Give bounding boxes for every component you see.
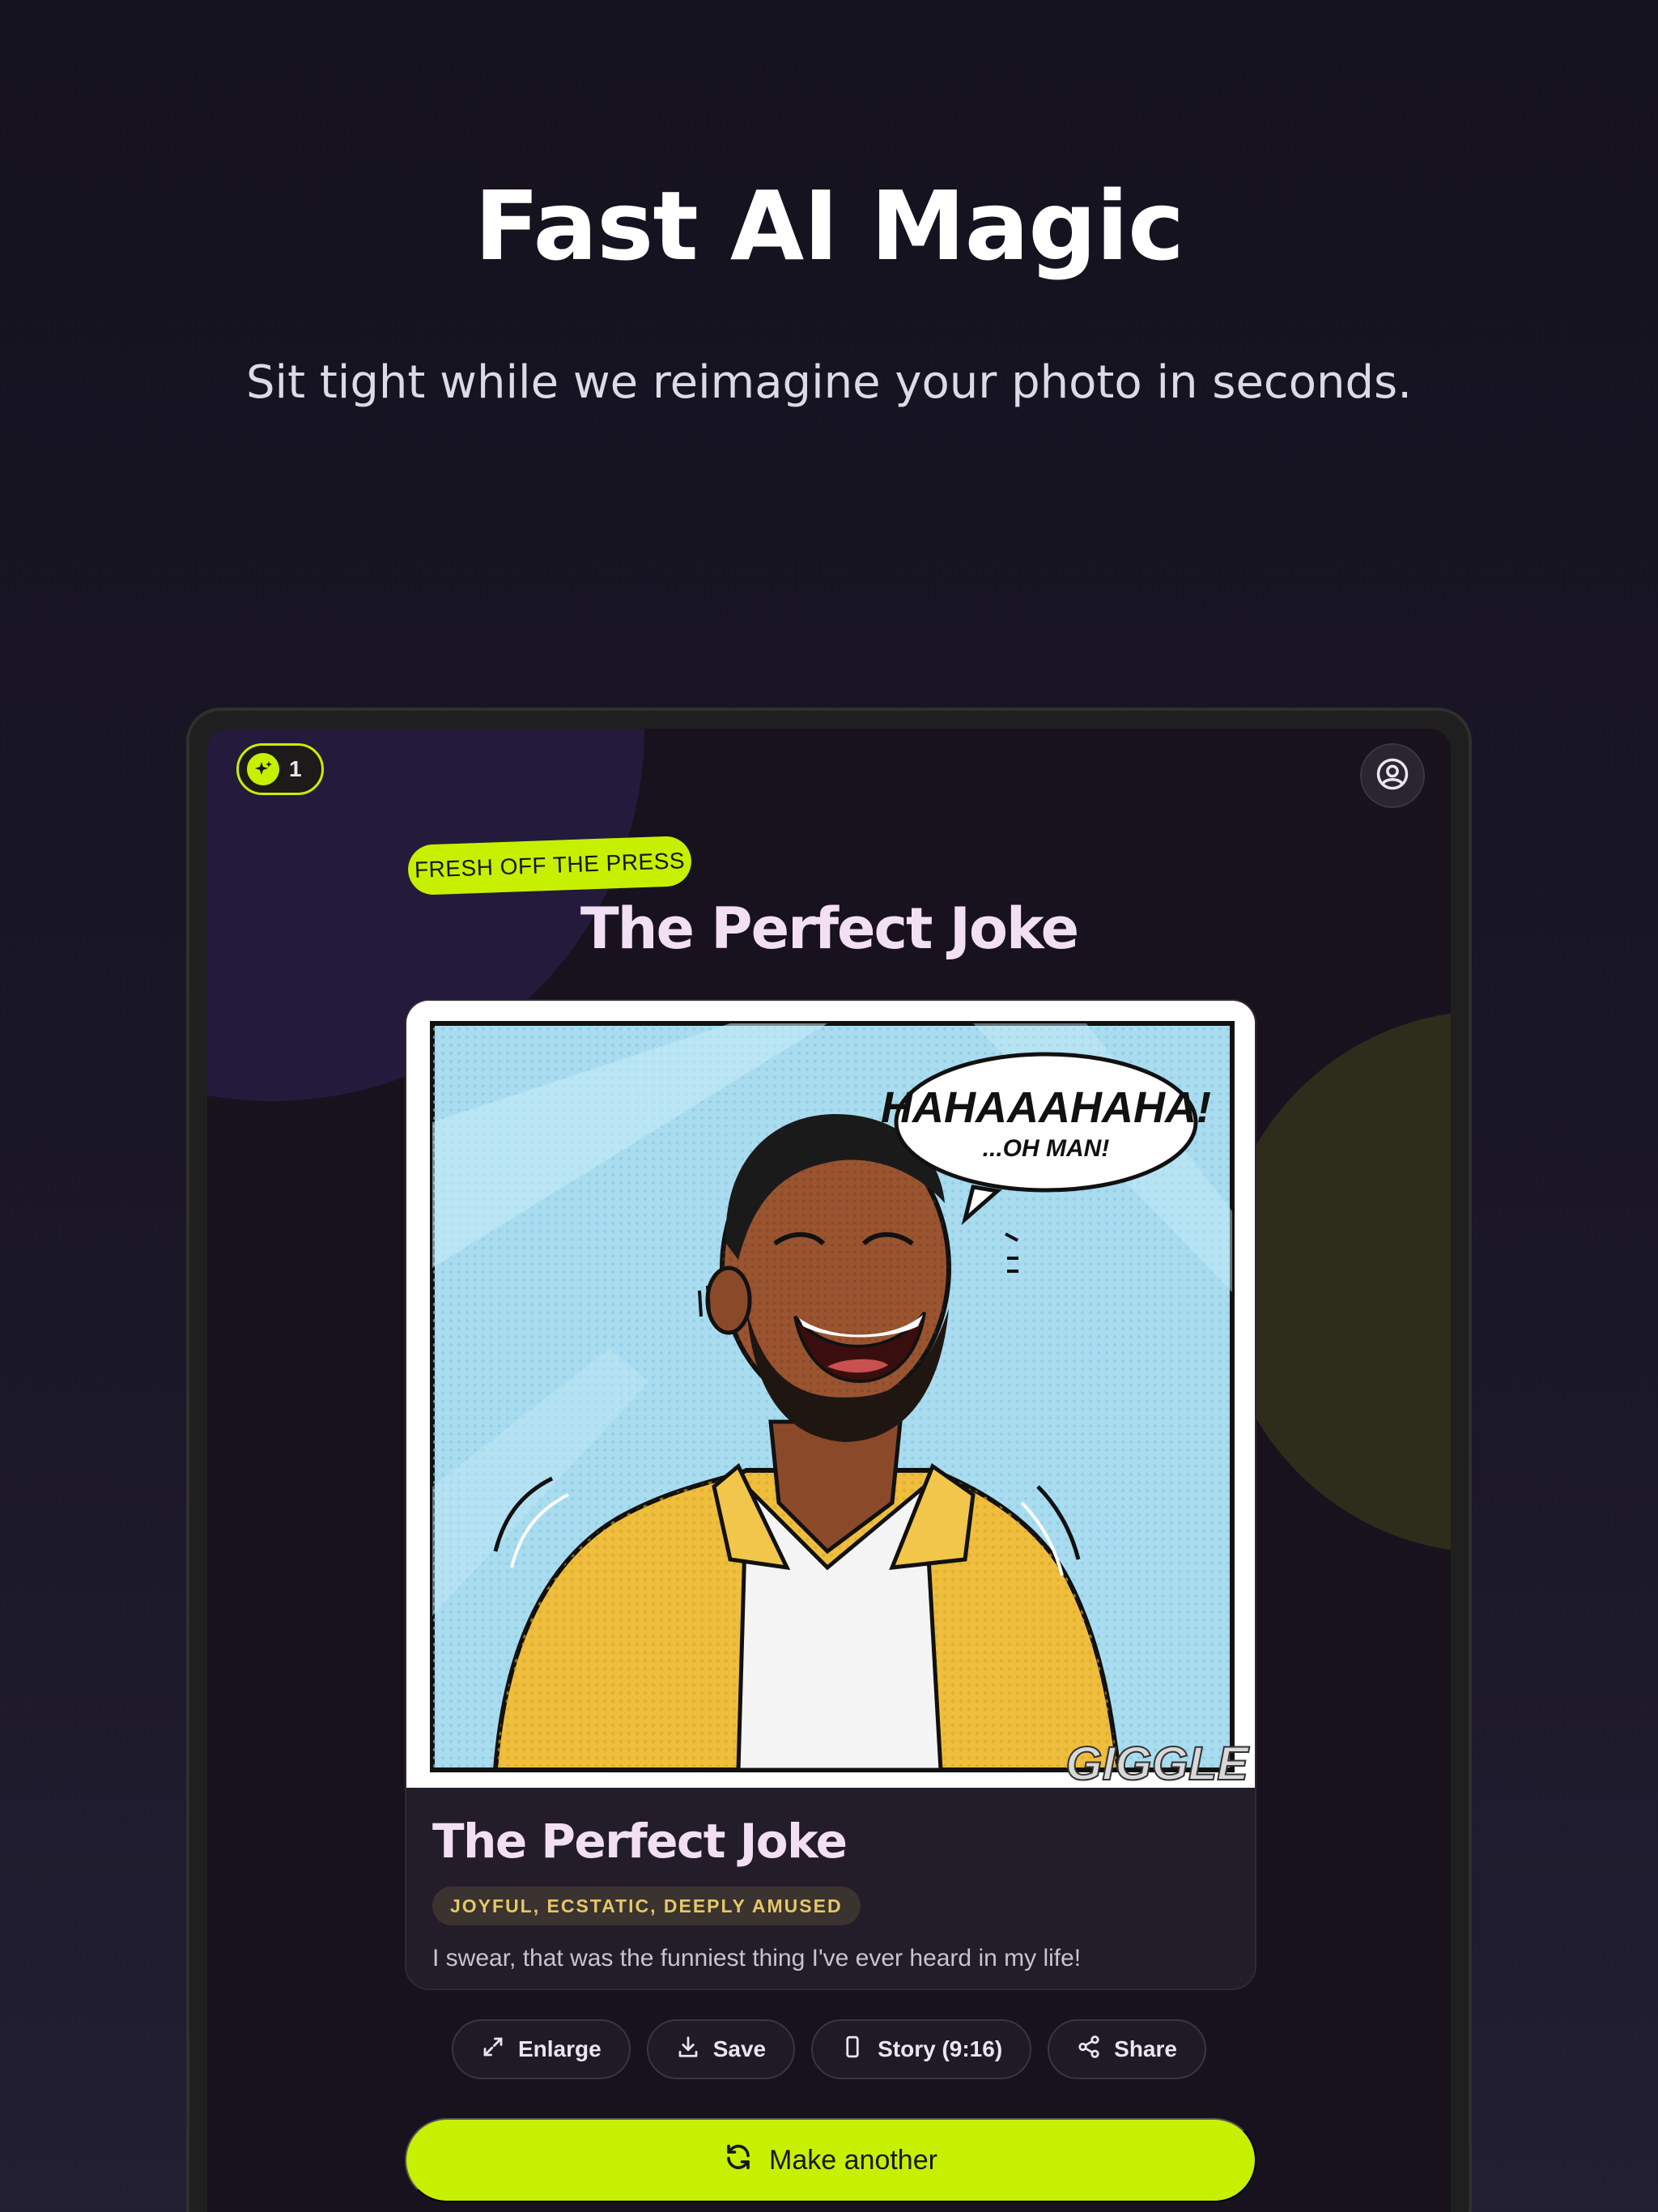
expand-icon [481, 2035, 505, 2065]
story-button[interactable]: Story (9:16) [811, 2019, 1032, 2079]
share-label: Share [1114, 2036, 1177, 2061]
result-title: The Perfect Joke [580, 895, 1079, 962]
download-icon [676, 2035, 700, 2065]
save-button[interactable]: Save [646, 2019, 796, 2079]
speech-sub-text: ...OH MAN! [983, 1135, 1110, 1162]
card-title: The Perfect Joke [432, 1814, 848, 1869]
sound-effect-text: GIGGLE [1065, 1738, 1250, 1788]
make-another-label: Make another [769, 2144, 937, 2176]
make-another-button[interactable]: Make another [405, 2118, 1256, 2202]
save-label: Save [712, 2036, 767, 2061]
user-circle-icon [1375, 757, 1409, 794]
profile-button[interactable] [1360, 743, 1425, 808]
hero-title: Fast AI Magic [474, 170, 1184, 282]
result-card: HAHAAAHAHA! ...OH MAN! GIGGLE The Perfec… [405, 999, 1256, 1990]
comic-image[interactable]: HAHAAAHAHA! ...OH MAN! GIGGLE [406, 1001, 1255, 1788]
fresh-ribbon: FRESH OFF THE PRESS [407, 835, 692, 896]
hero-subtitle: Sit tight while we reimagine your photo … [245, 356, 1412, 409]
speech-main-text: HAHAAAHAHA! [881, 1083, 1211, 1132]
enlarge-button[interactable]: Enlarge [452, 2019, 631, 2079]
refresh-icon [724, 2142, 753, 2179]
sparkle-icon [247, 753, 279, 785]
share-icon [1077, 2035, 1101, 2065]
card-quote: I swear, that was the funniest thing I'v… [432, 1945, 1082, 1972]
credits-count: 1 [289, 756, 302, 781]
enlarge-label: Enlarge [518, 2036, 602, 2061]
story-label: Story (9:16) [878, 2036, 1003, 2061]
action-bar: Enlarge Save Story (9:16) Share [207, 2019, 1451, 2079]
share-button[interactable]: Share [1048, 2019, 1206, 2079]
mood-badge: JOYFUL, ECSTATIC, DEEPLY AMUSED [432, 1887, 861, 1925]
app-screen: 1 FRESH OFF THE PRESS The Perfect Joke H… [207, 729, 1451, 2212]
credits-badge[interactable]: 1 [236, 743, 324, 795]
phone-icon [840, 2035, 865, 2065]
